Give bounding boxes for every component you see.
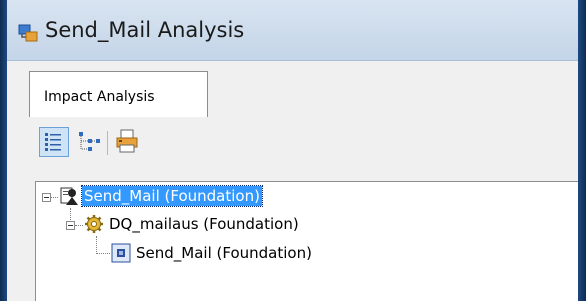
list-view-icon xyxy=(45,133,61,151)
list-view-button[interactable] xyxy=(39,127,69,157)
window-frame-right xyxy=(578,0,586,301)
content-area: Send_Mail (Foundation) DQ_mailaus (Found… xyxy=(7,117,578,301)
tree-node-dq-mailaus[interactable]: DQ_mailaus (Foundation) xyxy=(107,214,301,234)
agent-icon xyxy=(59,186,79,206)
print-icon xyxy=(116,129,138,153)
collapse-toggle[interactable] xyxy=(42,193,51,202)
tab-impact-analysis[interactable]: Impact Analysis xyxy=(29,71,208,117)
window-title: Send_Mail Analysis xyxy=(45,18,245,42)
tree-connector xyxy=(70,208,71,220)
tree-node-send-mail[interactable]: Send_Mail (Foundation) xyxy=(81,185,263,207)
tree-view-button[interactable] xyxy=(75,127,105,157)
gear-icon xyxy=(84,214,104,234)
tree-connector xyxy=(96,253,110,254)
tree-view-icon xyxy=(79,132,100,151)
tree-connector xyxy=(75,225,83,226)
form-icon xyxy=(111,243,131,263)
tree-connector xyxy=(96,236,97,254)
title-bar[interactable]: Send_Mail Analysis xyxy=(7,0,578,61)
analysis-app-icon xyxy=(17,22,39,44)
tree-node-send-mail-child[interactable]: Send_Mail (Foundation) xyxy=(134,243,314,263)
window-frame-left xyxy=(0,0,7,301)
collapse-toggle[interactable] xyxy=(66,221,75,230)
tree-connector xyxy=(50,197,58,198)
tab-label: Impact Analysis xyxy=(44,89,155,105)
print-button[interactable] xyxy=(113,127,143,157)
tab-strip: Impact Analysis xyxy=(7,61,578,118)
toolbar-separator xyxy=(107,131,108,155)
impact-tree[interactable]: Send_Mail (Foundation) DQ_mailaus (Found… xyxy=(35,181,578,301)
